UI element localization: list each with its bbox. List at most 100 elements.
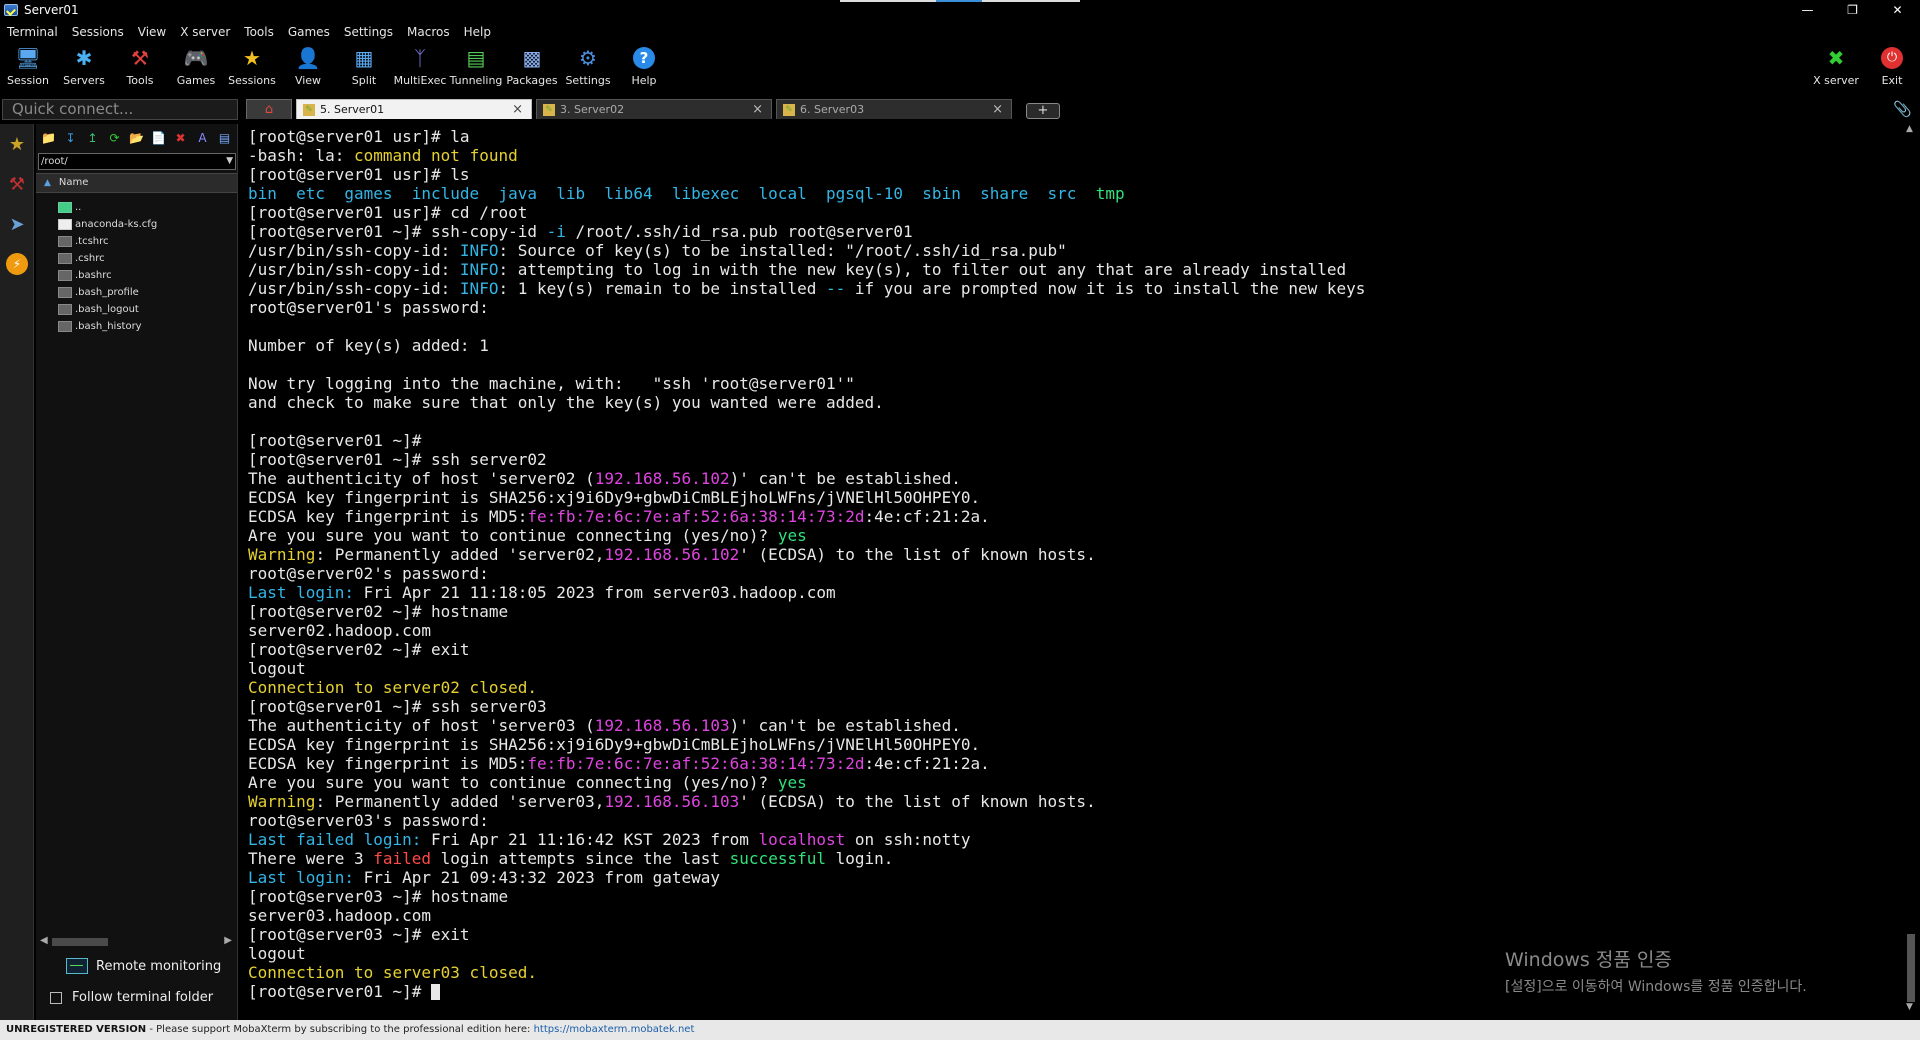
terminal-text: yes <box>777 773 807 792</box>
terminal-line: ECDSA key fingerprint is SHA256:xj9i6Dy9… <box>248 735 1902 754</box>
terminal-text: : Permanently added 'server02, <box>315 545 605 564</box>
settings-button[interactable]: ⚙ Settings <box>560 43 616 93</box>
scroll-left-icon[interactable]: ◀ <box>40 935 48 946</box>
vertical-scrollbar[interactable]: ▲ ▼ <box>1904 124 1918 1020</box>
name-column-header[interactable]: ▲ Name <box>36 173 237 193</box>
menu-sessions[interactable]: Sessions <box>65 25 131 39</box>
checkbox[interactable] <box>50 991 62 1004</box>
tools-button[interactable]: ⚒ Tools <box>112 43 168 93</box>
close-button[interactable]: ✕ <box>1875 0 1920 20</box>
properties-icon[interactable]: ▤ <box>214 129 235 147</box>
mobatek-link[interactable]: https://mobaxterm.mobatek.net <box>534 1024 695 1035</box>
folder-up-icon[interactable]: 📁 <box>38 129 59 147</box>
terminal-text: Are you sure you want to continue connec… <box>248 773 778 792</box>
app-icon <box>4 4 18 16</box>
tab-server03[interactable]: ✎ 6. Server03 × <box>776 99 1012 119</box>
horizontal-scrollbar[interactable]: ◀ ▶ <box>40 935 234 948</box>
scroll-down-icon[interactable]: ▼ <box>1906 1002 1913 1012</box>
progress-strip <box>840 0 1080 2</box>
path-field[interactable]: /root/ ▼ <box>38 153 236 170</box>
list-item[interactable]: .cshrc <box>36 250 237 267</box>
terminal-text: Warning <box>248 792 316 811</box>
menu-settings[interactable]: Settings <box>337 25 400 39</box>
parent-folder-icon <box>58 202 72 213</box>
list-item[interactable]: anaconda-ks.cfg <box>36 216 237 233</box>
close-tab-icon[interactable]: × <box>992 102 1003 117</box>
multiexec-button[interactable]: ᛉ MultiExec <box>392 43 448 93</box>
attach-icon[interactable]: 📎 <box>1893 100 1912 118</box>
list-item[interactable]: .. <box>36 199 237 216</box>
chevron-down-icon[interactable]: ▼ <box>226 154 233 169</box>
toolbar: 🖥 Session ✱ Servers ⚒ Tools 🎮 Games ★ Session… <box>0 43 1920 93</box>
new-folder-icon[interactable]: 📂 <box>126 129 147 147</box>
follow-terminal-checkbox[interactable]: Follow terminal folder <box>50 990 213 1005</box>
scroll-thumb[interactable] <box>1907 934 1915 1002</box>
new-file-icon[interactable]: 📄 <box>148 129 169 147</box>
close-tab-icon[interactable]: × <box>512 102 523 117</box>
send-icon[interactable]: ➤ <box>0 204 34 244</box>
scroll-up-icon[interactable]: ▲ <box>1906 124 1913 134</box>
session-button[interactable]: 🖥 Session <box>0 43 56 93</box>
sessions-star-icon: ★ <box>243 46 261 70</box>
list-item[interactable]: .tcshrc <box>36 233 237 250</box>
status-text: - Please support MobaXterm by subscribin… <box>146 1024 534 1035</box>
terminal-line: ECDSA key fingerprint is MD5:fe:fb:7e:6c… <box>248 507 1902 526</box>
terminal-text: ' (ECDSA) to the list of known hosts. <box>739 545 1096 564</box>
delete-icon[interactable]: ✖ <box>170 129 191 147</box>
sessions-button[interactable]: ★ Sessions <box>224 43 280 93</box>
close-tab-icon[interactable]: × <box>752 102 763 117</box>
sort-ascending-icon: ▲ <box>44 178 51 188</box>
servers-button[interactable]: ✱ Servers <box>56 43 112 93</box>
quick-connect-input[interactable]: Quick connect... <box>2 99 238 120</box>
menu-view[interactable]: View <box>131 25 173 39</box>
terminal-text: fe:fb:7e:6c:7e:af:52:6a:38:14:73:2d <box>527 507 865 526</box>
terminal-text: logout <box>248 659 306 678</box>
upload-icon[interactable]: ↥ <box>82 129 103 147</box>
sftp-icon[interactable]: ⚡ <box>0 244 34 284</box>
refresh-icon[interactable]: ⟳ <box>104 129 125 147</box>
menu-macros[interactable]: Macros <box>400 25 457 39</box>
xserver-button[interactable]: ✖ X server <box>1808 43 1864 87</box>
menu-games[interactable]: Games <box>281 25 337 39</box>
terminal-tab-icon: ✎ <box>783 103 795 116</box>
terminal-output[interactable]: [root@server01 usr]# la -bash: la: comman… <box>246 124 1902 1020</box>
view-button[interactable]: 👤 View <box>280 43 336 93</box>
tab-server01[interactable]: ✎ 5. Server01 × <box>296 99 532 119</box>
tunneling-button[interactable]: ▤ Tunneling <box>448 43 504 93</box>
home-tab[interactable]: ⌂ <box>246 99 292 119</box>
terminal-text: Last login: <box>248 868 354 887</box>
remote-monitoring-button[interactable]: Remote monitoring <box>66 958 221 974</box>
sessions-star-icon[interactable]: ★ <box>0 124 34 164</box>
list-item[interactable]: .bash_profile <box>36 284 237 301</box>
menu-help[interactable]: Help <box>457 25 498 39</box>
exit-button[interactable]: ⏻ Exit <box>1864 43 1920 87</box>
terminal-line: Are you sure you want to continue connec… <box>248 773 1902 792</box>
games-icon: 🎮 <box>183 46 209 70</box>
tools-icon[interactable]: ⚒ <box>0 164 34 204</box>
terminal-text: Number of key(s) added: 1 <box>248 336 489 355</box>
download-icon[interactable]: ↧ <box>60 129 81 147</box>
terminal-text: -i <box>546 222 566 241</box>
xserver-icon: ✖ <box>1827 46 1845 70</box>
games-button[interactable]: 🎮 Games <box>168 43 224 93</box>
rename-icon[interactable]: A <box>192 129 213 147</box>
terminal-text: )' can't be established. <box>729 469 961 488</box>
help-button[interactable]: ? Help <box>616 43 672 93</box>
new-tab-button[interactable]: + <box>1026 103 1060 119</box>
minimize-button[interactable]: — <box>1785 0 1830 20</box>
scroll-thumb[interactable] <box>52 938 108 946</box>
list-item[interactable]: .bash_logout <box>36 301 237 318</box>
scroll-right-icon[interactable]: ▶ <box>224 935 232 946</box>
tab-server02[interactable]: ✎ 3. Server02 × <box>536 99 772 119</box>
list-item[interactable]: .bash_history <box>36 318 237 335</box>
tab-label: 5. Server01 <box>320 103 385 116</box>
terminal-text: -bash: la: <box>248 146 354 165</box>
list-item[interactable]: .bashrc <box>36 267 237 284</box>
packages-button[interactable]: ▩ Packages <box>504 43 560 93</box>
menu-terminal[interactable]: Terminal <box>0 25 65 39</box>
terminal-text: Warning <box>248 545 316 564</box>
menu-xserver[interactable]: X server <box>173 25 237 39</box>
restore-button[interactable]: ❐ <box>1830 0 1875 20</box>
split-button[interactable]: ▦ Split <box>336 43 392 93</box>
menu-tools[interactable]: Tools <box>237 25 281 39</box>
